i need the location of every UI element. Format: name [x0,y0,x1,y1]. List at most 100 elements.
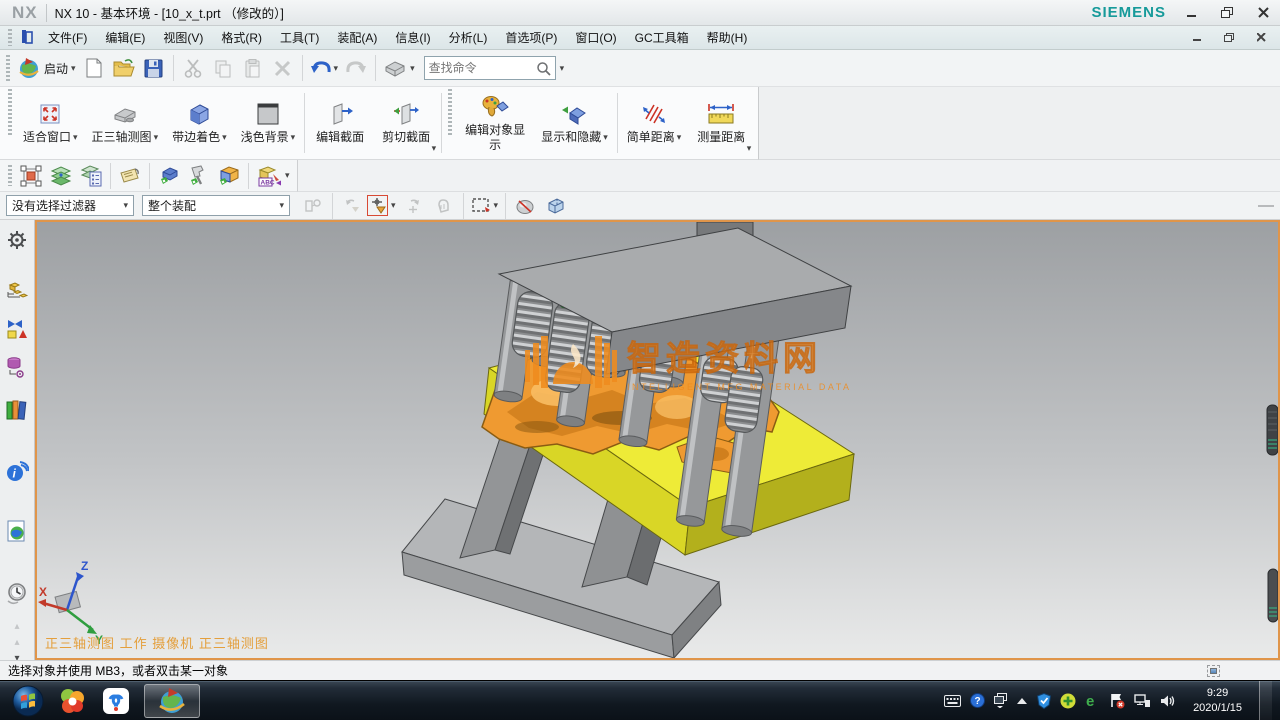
chevron-down-icon[interactable]: ▾ [560,64,565,73]
chevron-down-icon[interactable]: ▾ [71,64,76,73]
chevron-down-icon[interactable]: ▾ [391,201,396,210]
window-dock-icon[interactable] [1207,665,1220,677]
toolbar-grip[interactable] [8,165,12,187]
toolbar-grip[interactable] [8,89,12,137]
snap-point-enabled[interactable] [367,195,388,216]
scroll-up-page-icon[interactable]: ▴ [14,638,19,648]
chevron-down-icon[interactable]: ▾ [291,133,296,142]
menu-analysis[interactable]: 分析(L) [440,26,497,49]
chevron-down-icon[interactable]: ▾ [73,133,78,142]
snap-point-next-button[interactable] [399,191,429,221]
shaded-with-edges-button[interactable]: 带边着色▾ [165,89,234,157]
menu-information[interactable]: 信息(I) [386,26,439,49]
reuse-library-icon[interactable] [5,398,29,422]
roles-gear-icon[interactable] [5,230,29,250]
security-shield-icon[interactable] [1037,693,1051,709]
snap-hand-button[interactable] [429,191,459,221]
scroll-up-icon[interactable]: ▴ [14,622,19,632]
history-clock-icon[interactable] [5,582,29,606]
new-file-button[interactable] [79,53,109,83]
graphics-viewport[interactable]: Z X Y 智造资料网 INTELLIGENT MFG MATERIAL DAT… [35,220,1280,660]
bom-list-button[interactable] [76,161,106,191]
search-icon[interactable] [536,61,551,76]
volume-tray-icon[interactable] [1160,694,1176,708]
chevron-down-icon[interactable]: ▾ [222,133,227,142]
action-center-flag-icon[interactable] [1109,693,1125,709]
3d-model-canvas[interactable]: Z X Y [37,222,1278,658]
show-hidden-icons-button[interactable] [1016,697,1028,705]
mdi-minimize-button[interactable] [1186,29,1208,47]
interpart-select-button[interactable] [298,191,328,221]
undo-button[interactable]: ▾ [307,53,342,83]
ie-browser-tray-icon[interactable]: e [1085,693,1100,709]
internet-info-icon[interactable]: i [5,460,29,484]
web-page-icon[interactable] [5,520,29,544]
chevron-down-icon[interactable]: ▾ [603,133,608,142]
assembly-navigator-icon[interactable] [5,280,29,302]
menu-edit[interactable]: 编辑(E) [96,26,154,49]
move-component-button[interactable] [154,161,184,191]
minimize-button[interactable] [1180,4,1202,22]
toolbar-grip[interactable] [6,55,10,80]
annotation-note-button[interactable] [115,161,145,191]
mdi-close-button[interactable] [1250,29,1272,47]
touch-mode-button[interactable]: ▾ [380,53,418,83]
assembly-tools-button[interactable] [184,161,214,191]
selection-scope-dropdown[interactable]: 整个装配 ▾ [142,195,290,216]
copy-button[interactable] [208,53,238,83]
start-menu-button[interactable]: 启动 ▾ [14,53,79,83]
command-search-input[interactable] [429,61,536,75]
toolbar-overflow-divider[interactable] [1258,205,1274,207]
menu-assembly[interactable]: 装配(A) [328,26,386,49]
restore-button[interactable] [1216,4,1238,22]
chevron-down-icon[interactable]: ▾ [334,64,339,73]
clip-section-button[interactable]: 剪切截面 ▾ [373,89,439,157]
light-background-button[interactable]: 浅色背景▾ [234,89,303,157]
edit-section-button[interactable]: 编辑截面 [307,89,373,157]
menu-view[interactable]: 视图(V) [154,26,212,49]
help-tray-icon[interactable]: ? [970,693,985,708]
show-desktop-button[interactable] [1259,681,1272,720]
assembly-constraints-button[interactable] [16,161,46,191]
menu-file[interactable]: 文件(F) [39,26,96,49]
chevron-down-icon[interactable]: ▾ [747,143,752,154]
menu-window[interactable]: 窗口(O) [566,26,625,49]
chevron-down-icon[interactable]: ▾ [154,133,159,142]
window-stack-tray-icon[interactable] [994,693,1007,708]
menu-help[interactable]: 帮助(H) [698,26,757,49]
model-clipped-parts-right[interactable] [1267,405,1278,622]
menu-format[interactable]: 格式(R) [212,26,271,49]
safety-plus-icon[interactable] [1060,693,1076,709]
selection-filter-dropdown[interactable]: 没有选择过滤器 ▾ [6,195,134,216]
start-orb-button[interactable] [6,683,50,719]
show-and-hide-button[interactable]: 显示和隐藏▾ [534,89,615,157]
mdi-restore-button[interactable] [1218,29,1240,47]
snap-point-prev-button[interactable] [337,191,367,221]
menu-tools[interactable]: 工具(T) [271,26,328,49]
edit-object-display-button[interactable]: 编辑对象显示 [456,89,534,157]
open-file-button[interactable] [109,53,139,83]
simple-distance-button[interactable]: 简单距离▾ [620,89,689,157]
taskbar-clock[interactable]: 9:29 2020/1/15 [1185,686,1250,716]
wireframe-cube-button[interactable] [540,191,570,221]
browser-pinwheel-icon[interactable] [50,683,94,719]
chevron-down-icon[interactable]: ▾ [494,201,499,210]
close-button[interactable] [1252,4,1274,22]
paste-button[interactable] [238,53,268,83]
highlight-shaded-button[interactable] [510,191,540,221]
part-navigator-icon[interactable] [5,356,29,378]
menu-gc-toolbox[interactable]: GC工具箱 [626,26,698,49]
wave-geometry-button[interactable] [214,161,244,191]
toolbar-grip[interactable] [448,89,452,137]
redo-button[interactable] [341,53,371,83]
constraint-navigator-icon[interactable] [5,318,29,340]
toolbar-grip[interactable] [8,29,12,45]
chevron-down-icon[interactable]: ▾ [285,171,290,180]
nx-taskbar-button-active[interactable] [144,684,200,718]
save-button[interactable] [139,53,169,83]
delete-button[interactable] [268,53,298,83]
isometric-view-button[interactable]: 正三轴测图▾ [85,89,166,157]
fit-window-button[interactable]: 适合窗口▾ [16,89,85,157]
menu-preferences[interactable]: 首选项(P) [496,26,566,49]
edit-attributes-button[interactable]: ABC▾ [253,161,293,191]
